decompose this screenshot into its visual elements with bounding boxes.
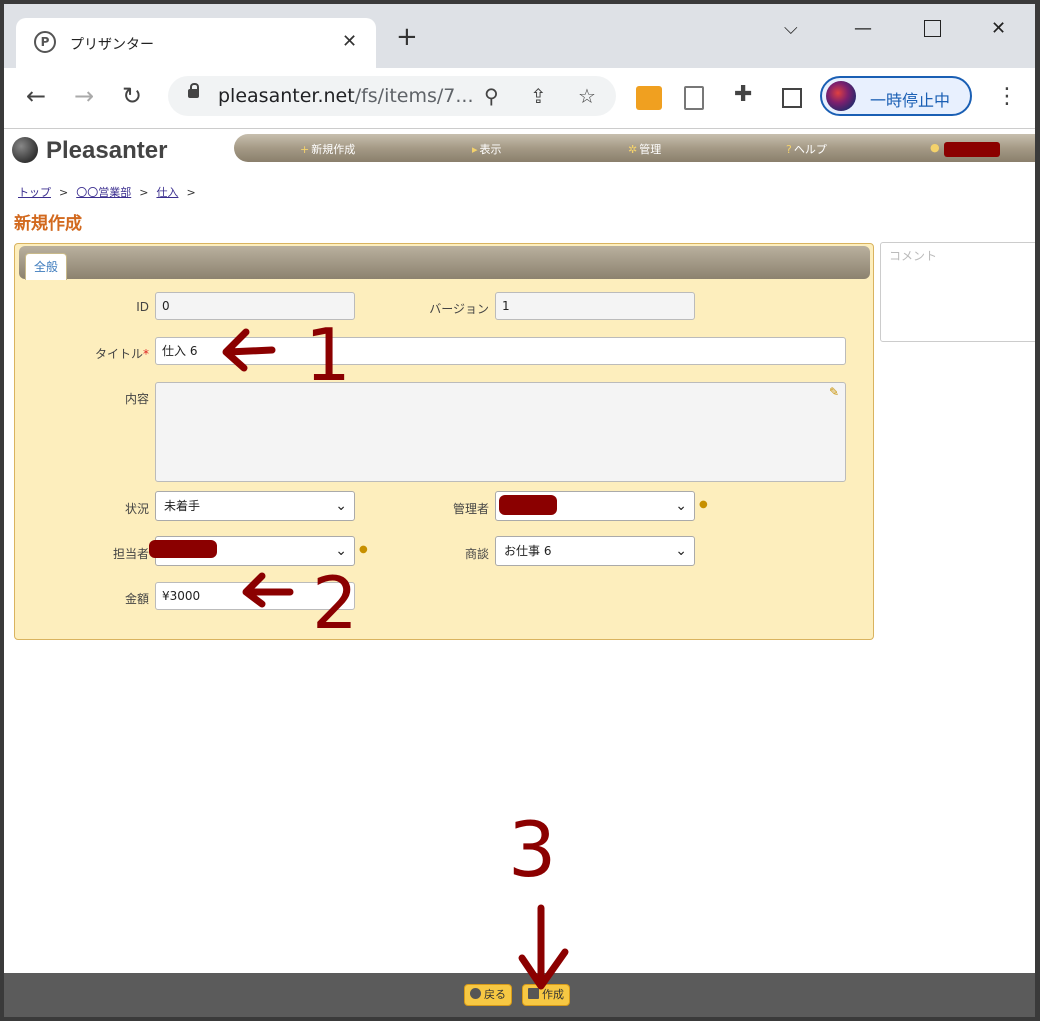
breadcrumb: トップ > 〇〇営業部 > 仕入 > xyxy=(18,186,196,199)
caret-right-icon: ▸ xyxy=(472,143,478,156)
back-button-label: 戻る xyxy=(484,988,506,1001)
menu-view-label: 表示 xyxy=(479,143,502,156)
menu-manage[interactable]: ✲ 管理 xyxy=(628,141,661,157)
pleasanter-favicon-icon: P xyxy=(34,31,56,53)
forward-icon[interactable]: → xyxy=(74,84,94,108)
browser-window: P プリザンター ✕ + ⌵ — ✕ ← → ↻ pleasanter.net/… xyxy=(4,4,1035,1017)
save-icon xyxy=(528,988,539,999)
create-button-label: 作成 xyxy=(542,988,564,1001)
amount-input[interactable]: ¥3000 xyxy=(155,582,355,610)
chevron-down-icon: ⌄ xyxy=(335,498,347,514)
amount-label: 金額 xyxy=(124,592,149,606)
status-select[interactable]: 未着手 ⌄ xyxy=(155,491,355,521)
app-logo-text: Pleasanter xyxy=(46,137,168,164)
share-icon[interactable]: ⇪ xyxy=(530,84,547,108)
redaction-mark xyxy=(944,142,1000,157)
chevron-down-icon: ⌄ xyxy=(675,498,687,514)
close-tab-icon[interactable]: ✕ xyxy=(342,31,357,52)
status-label: 状況 xyxy=(124,502,149,516)
maximize-icon[interactable] xyxy=(924,20,941,37)
user-picker-icon[interactable]: ● xyxy=(699,500,708,510)
reload-icon[interactable]: ↻ xyxy=(122,84,142,108)
help-icon: ? xyxy=(786,143,792,156)
back-circle-icon xyxy=(470,988,481,999)
plus-icon: + xyxy=(300,143,310,156)
profile-button[interactable]: 一時停止中 xyxy=(820,76,972,116)
version-field[interactable]: 1 xyxy=(495,292,695,320)
user-icon: ● xyxy=(930,141,940,154)
id-label: ID xyxy=(136,300,149,314)
lock-icon xyxy=(188,83,199,98)
deal-label: 商談 xyxy=(464,547,489,561)
redaction-mark xyxy=(149,540,217,558)
version-label: バージョン xyxy=(429,302,489,316)
title-label: タイトル* xyxy=(75,345,149,362)
breadcrumb-dept[interactable]: 〇〇営業部 xyxy=(76,186,131,199)
page-title: 新規作成 xyxy=(14,214,82,234)
body-label: 内容 xyxy=(124,392,149,406)
browser-toolbar: ← → ↻ pleasanter.net/fs/items/7... ⚲ ⇪ ☆… xyxy=(4,68,1035,129)
menu-manage-label: 管理 xyxy=(639,143,662,156)
required-mark: * xyxy=(143,347,149,361)
breadcrumb-top[interactable]: トップ xyxy=(18,186,51,199)
redaction-mark xyxy=(499,495,557,515)
user-picker-icon[interactable]: ● xyxy=(359,545,368,555)
panel-tab-strip: 全般 xyxy=(19,246,870,280)
url-text: pleasanter.net/fs/items/7... xyxy=(218,85,474,107)
browser-tab[interactable]: P プリザンター ✕ xyxy=(16,18,376,68)
breadcrumb-purchase[interactable]: 仕入 xyxy=(156,186,178,199)
command-footer: 戻る 作成 xyxy=(4,973,1035,1017)
menu-new[interactable]: + 新規作成 xyxy=(300,141,355,157)
menu-new-label: 新規作成 xyxy=(311,143,356,156)
tab-strip: P プリザンター ✕ + ⌵ — ✕ xyxy=(4,4,1035,68)
new-tab-icon[interactable]: + xyxy=(396,24,418,50)
body-textarea[interactable]: ✎ xyxy=(155,382,846,482)
title-label-text: タイトル xyxy=(94,347,143,361)
avatar xyxy=(826,81,856,111)
deal-select[interactable]: お仕事 6 ⌄ xyxy=(495,536,695,566)
back-icon[interactable]: ← xyxy=(26,84,46,108)
notes-extension-icon[interactable] xyxy=(684,86,704,110)
manager-label: 管理者 xyxy=(452,502,489,516)
bookmark-star-icon[interactable]: ☆ xyxy=(578,84,596,108)
side-panel-icon[interactable] xyxy=(782,88,802,108)
menu-view[interactable]: ▸ 表示 xyxy=(472,141,502,157)
tab-general[interactable]: 全般 xyxy=(25,253,68,280)
comment-placeholder: コメント xyxy=(889,249,938,263)
extensions-puzzle-icon[interactable]: ✚ xyxy=(734,82,752,107)
owner-label: 担当者 xyxy=(112,547,149,561)
menu-user[interactable]: ● xyxy=(930,141,942,154)
window-close-icon[interactable]: ✕ xyxy=(991,18,1006,39)
title-input[interactable]: 仕入 6 xyxy=(155,337,846,365)
chevron-down-icon: ⌄ xyxy=(335,543,347,559)
chevron-down-icon: ⌄ xyxy=(675,543,687,559)
editor-panel: 全般 ID 0 バージョン 1 タイトル* 仕入 6 内容 ✎ 状況 未着手 ⌄ … xyxy=(14,243,874,640)
address-bar[interactable]: pleasanter.net/fs/items/7... ⚲ ⇪ ☆ xyxy=(168,76,616,116)
create-button[interactable]: 作成 xyxy=(522,984,570,1006)
pencil-icon[interactable]: ✎ xyxy=(829,385,839,399)
pleasanter-app: Pleasanter + 新規作成 ▸ 表示 ✲ 管理 ? ヘルプ ● トップ > 〇〇営業… xyxy=(4,129,1035,1017)
main-menu: + 新規作成 ▸ 表示 ✲ 管理 ? ヘルプ ● xyxy=(234,134,1035,162)
status-value: 未着手 xyxy=(164,499,201,513)
profile-status-label: 一時停止中 xyxy=(870,91,951,110)
zoom-icon[interactable]: ⚲ xyxy=(484,84,499,108)
tab-title: プリザンター xyxy=(70,37,154,53)
tab-search-chevron-icon[interactable]: ⌵ xyxy=(784,18,798,39)
deal-value: お仕事 6 xyxy=(504,544,552,558)
back-button[interactable]: 戻る xyxy=(464,984,512,1006)
menu-help[interactable]: ? ヘルプ xyxy=(786,141,827,157)
comment-input[interactable]: コメント xyxy=(880,242,1035,342)
pleasanter-bird-icon xyxy=(12,137,38,163)
smart-surf-extension-icon[interactable] xyxy=(636,86,662,110)
browser-menu-icon[interactable]: ⋮ xyxy=(996,84,1018,109)
gear-icon: ✲ xyxy=(628,143,638,156)
minimize-icon[interactable]: — xyxy=(854,18,872,39)
id-field[interactable]: 0 xyxy=(155,292,355,320)
menu-help-label: ヘルプ xyxy=(793,143,827,156)
